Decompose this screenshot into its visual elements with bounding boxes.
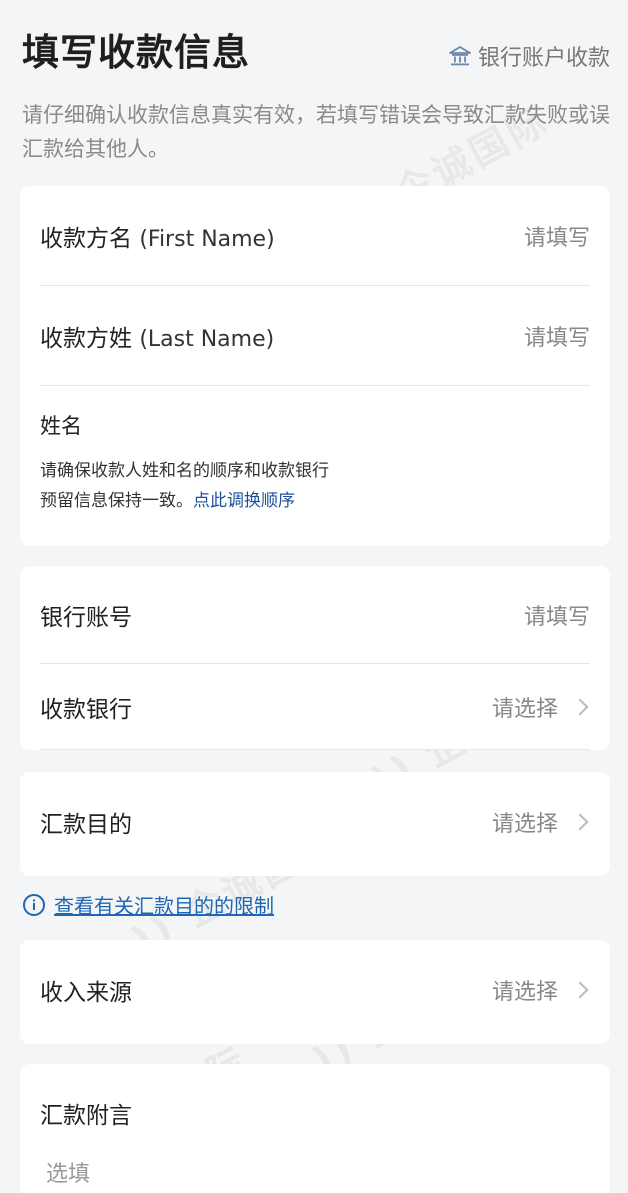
income-card: 收入来源 请选择: [20, 940, 610, 1044]
last-name-label: 收款方姓 (Last Name): [40, 325, 275, 352]
purpose-row[interactable]: 汇款目的 请选择: [40, 772, 590, 872]
chevron-right-icon: [571, 981, 589, 999]
bank-select-row[interactable]: 收款银行 请选择: [40, 664, 590, 750]
bank-icon: [449, 46, 471, 66]
purpose-label: 汇款目的: [40, 812, 132, 838]
page-title: 填写收款信息: [22, 31, 250, 74]
last-name-row[interactable]: 收款方姓 (Last Name) 请填写: [40, 286, 590, 386]
swap-order-link[interactable]: 点此调换顺序: [193, 491, 295, 511]
first-name-row[interactable]: 收款方名 (First Name) 请填写: [40, 186, 590, 286]
account-type-switch[interactable]: 银行账户收款: [448, 40, 610, 72]
header: 填写收款信息 银行账户收款: [20, 22, 612, 82]
chevron-right-icon: [571, 698, 589, 715]
name-section-title: 姓名: [40, 414, 82, 438]
notice-text: 请仔细确认收款信息真实有效，若填写错误会导致汇款失败或误汇款给其他人。: [22, 103, 610, 161]
info-icon: [23, 893, 45, 916]
first-name-label: 收款方名 (First Name): [40, 225, 275, 252]
account-number-label: 银行账号: [40, 604, 132, 631]
income-label: 收入来源: [40, 980, 132, 1006]
income-row[interactable]: 收入来源 请选择: [40, 940, 590, 1040]
bank-label: 收款银行: [40, 696, 132, 723]
account-number-row[interactable]: 银行账号 请填写: [40, 566, 590, 664]
name-section: 姓名 请确保收款人姓和名的顺序和收款银行 预留信息保持一致。点此调换顺序: [20, 386, 610, 516]
first-name-input[interactable]: 请填写: [524, 220, 590, 252]
name-card: 收款方名 (First Name) 请填写 收款方姓 (Last Name) 请…: [20, 186, 610, 546]
last-name-input[interactable]: 请填写: [524, 320, 590, 352]
chevron-right-icon: [571, 813, 589, 831]
account-type-label: 银行账户收款: [477, 46, 610, 71]
purpose-select[interactable]: 请选择: [492, 806, 590, 838]
income-select[interactable]: 请选择: [492, 974, 590, 1006]
name-hint: 请确保收款人姓和名的顺序和收款银行 预留信息保持一致。点此调换顺序: [40, 461, 329, 511]
bank-select[interactable]: 请选择: [492, 691, 590, 723]
bank-card: 银行账号 请填写 收款银行 请选择: [20, 566, 610, 750]
memo-card: 汇款附言 选填: [20, 1064, 610, 1193]
memo-input[interactable]: 选填: [46, 1156, 90, 1188]
account-number-input[interactable]: 请填写: [524, 599, 590, 631]
purpose-card: 汇款目的 请选择: [20, 772, 610, 876]
memo-label: 汇款附言: [40, 1103, 132, 1129]
page: )) 企诚国际 )) 企诚国际 )) 企诚国际 )) 企诚国际 )) 企诚国际 …: [0, 0, 628, 1193]
purpose-limit-link[interactable]: 查看有关汇款目的的限制: [22, 890, 274, 919]
